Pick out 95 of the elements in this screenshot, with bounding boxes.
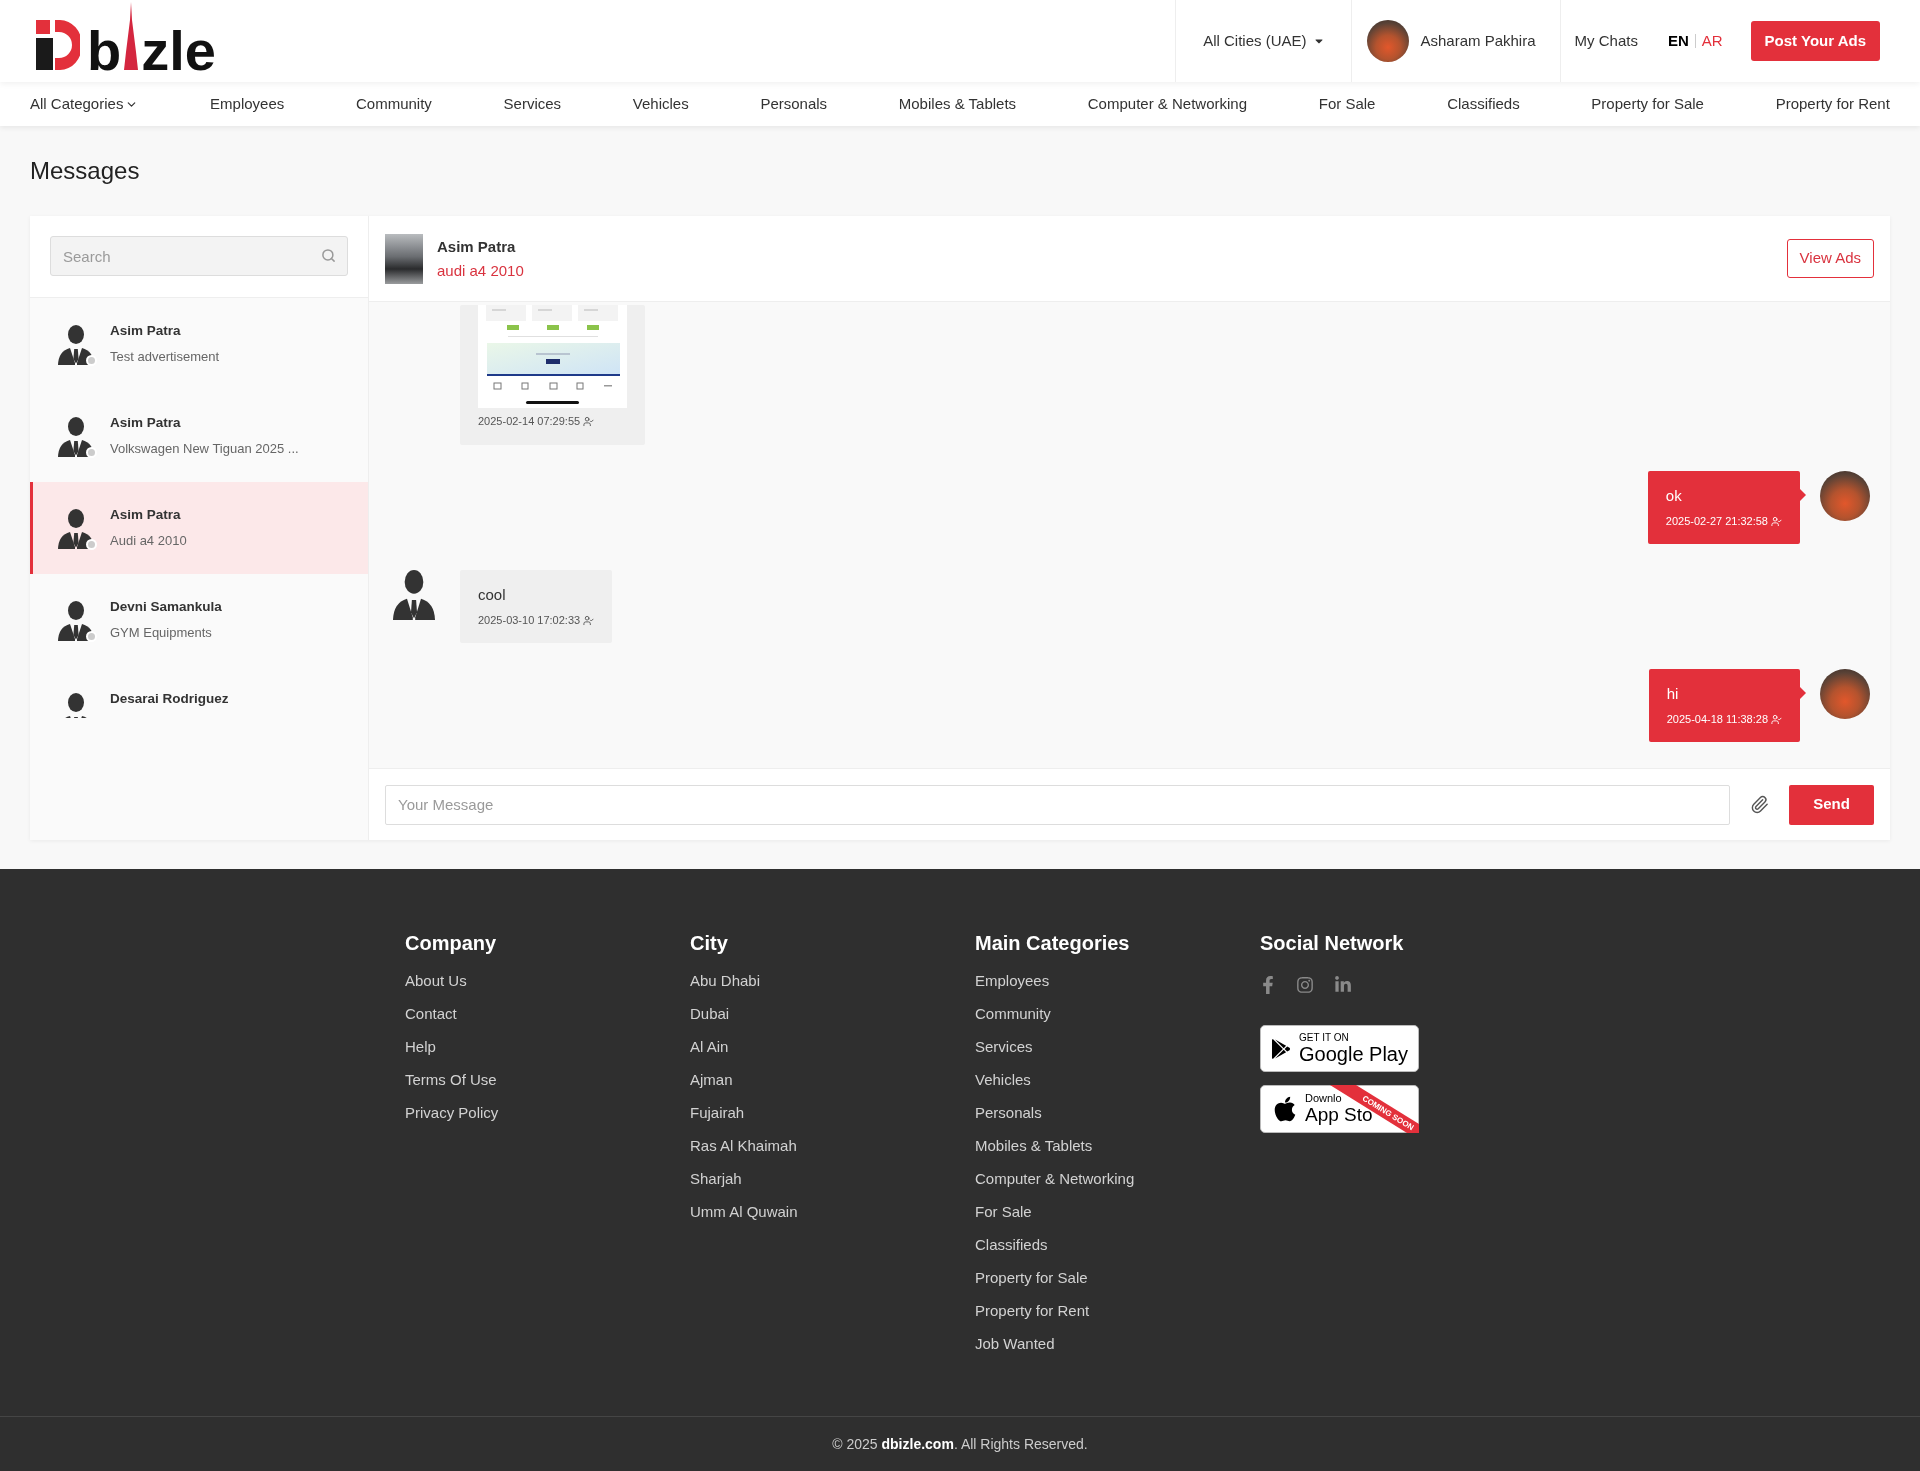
read-receipt-icon: [583, 614, 595, 626]
footer-link[interactable]: Al Ain: [690, 1037, 729, 1057]
ad-title: Test advertisement: [110, 348, 220, 365]
nav-link[interactable]: All Categories: [30, 92, 139, 116]
message-text: cool: [478, 585, 507, 605]
instagram-icon[interactable]: [1296, 976, 1314, 994]
profile-photo: [1367, 20, 1410, 62]
footer-link[interactable]: Services: [975, 1037, 1033, 1057]
contact-name: Asim Patra: [110, 322, 182, 339]
message-text: hi: [1666, 684, 1680, 704]
conversation-item[interactable]: Asim Patra Test advertisement: [30, 298, 368, 390]
footer-link[interactable]: Property for Rent: [975, 1301, 1090, 1321]
conversation-item[interactable]: Asim Patra Audi a4 2010: [30, 482, 368, 574]
contact-name: Devni Samankula: [110, 598, 222, 615]
post-ads-button[interactable]: Post Your Ads: [1750, 21, 1880, 61]
read-receipt-icon: [1771, 515, 1782, 527]
ad-title: Audi a4 2010: [110, 532, 187, 549]
nav-link[interactable]: Personals: [760, 92, 828, 116]
nav-link[interactable]: Property for Sale: [1591, 92, 1704, 116]
footer-link[interactable]: For Sale: [975, 1202, 1032, 1222]
linkedin-icon[interactable]: [1334, 976, 1352, 994]
nav-link[interactable]: Computer & Networking: [1087, 92, 1247, 116]
read-receipt-icon: [583, 415, 595, 427]
ad-title: GYM Equipments: [110, 624, 213, 641]
footer-heading: Social Network: [1260, 931, 1405, 955]
page-title: Messages: [30, 157, 141, 185]
nav-link[interactable]: Services: [503, 92, 562, 116]
car-photo-placeholder: [385, 233, 423, 284]
footer-link[interactable]: Community: [975, 1004, 1051, 1024]
view-ads-button[interactable]: View Ads: [1786, 239, 1874, 278]
footer-link[interactable]: About Us: [405, 971, 467, 991]
user-menu[interactable]: Asharam Pakhira: [1367, 20, 1536, 62]
footer-link[interactable]: Fujairah: [690, 1103, 745, 1123]
message-time: 2025-02-27 21:32:58: [1665, 514, 1768, 528]
ad-title: Volkswagen New Tiguan 2025 ...: [110, 440, 299, 457]
footer-link[interactable]: Sharjah: [690, 1169, 742, 1189]
footer-link[interactable]: Help: [405, 1037, 436, 1057]
footer-link[interactable]: Computer & Networking: [975, 1169, 1135, 1189]
nav-link[interactable]: Mobiles & Tablets: [898, 92, 1017, 116]
footer-link[interactable]: Contact: [405, 1004, 457, 1024]
footer-heading: Company: [405, 931, 498, 955]
user-silhouette-icon: [58, 325, 94, 365]
footer-link[interactable]: Property for Sale: [975, 1268, 1088, 1288]
google-play-badge[interactable]: GET IT ON Google Play: [1260, 1025, 1419, 1072]
copyright-text: © 2025 dbizle.com. All Rights Reserved.: [832, 1434, 1088, 1454]
footer-link[interactable]: Terms Of Use: [405, 1070, 497, 1090]
facebook-icon[interactable]: [1260, 976, 1276, 994]
contact-name: Asim Patra: [110, 414, 182, 431]
paperclip-icon[interactable]: [1750, 795, 1769, 814]
nav-link[interactable]: Community: [356, 92, 432, 116]
user-silhouette-icon: [58, 509, 94, 549]
message-text: ok: [1665, 486, 1683, 506]
footer-heading: City: [690, 931, 729, 955]
footer-link[interactable]: Job Wanted: [975, 1334, 1055, 1354]
nav-link[interactable]: Employees: [210, 92, 285, 116]
footer-link[interactable]: Dubai: [690, 1004, 730, 1024]
search-field[interactable]: Search: [50, 236, 348, 276]
language-link[interactable]: AR: [1701, 29, 1723, 53]
read-receipt-icon: [1771, 713, 1782, 725]
my-chats-link[interactable]: My Chats: [1574, 29, 1638, 53]
message-time: 2025-04-18 11:38:28: [1666, 712, 1768, 726]
city-dropdown[interactable]: All Cities (UAE): [1203, 29, 1325, 53]
footer-link[interactable]: Mobiles & Tablets: [975, 1136, 1093, 1156]
footer-link[interactable]: Personals: [975, 1103, 1042, 1123]
nav-link[interactable]: Vehicles: [632, 92, 689, 116]
message-input[interactable]: Your Message: [385, 784, 1730, 825]
logo[interactable]: b zle: [36, 2, 216, 79]
footer-link[interactable]: Ajman: [690, 1070, 733, 1090]
send-button[interactable]: Send: [1789, 784, 1874, 825]
footer-link[interactable]: Classifieds: [975, 1235, 1048, 1255]
contact-name: Asim Patra: [110, 506, 182, 523]
user-silhouette-icon: [58, 601, 94, 641]
apple-icon: [1273, 1095, 1297, 1123]
footer-link[interactable]: Umm Al Quwain: [690, 1202, 798, 1222]
footer-link[interactable]: Abu Dhabi: [690, 971, 761, 991]
footer-link[interactable]: Vehicles: [975, 1070, 1031, 1090]
message-time: 2025-02-14 07:29:55: [478, 414, 581, 428]
nav-link[interactable]: Classifieds: [1447, 92, 1520, 116]
nav-link[interactable]: Property for Rent: [1775, 92, 1890, 116]
message-time: 2025-03-10 17:02:33: [478, 613, 581, 627]
conversation-item[interactable]: Asim Patra Volkswagen New Tiguan 2025 ...: [30, 390, 368, 482]
logo-d-mark-icon: [36, 20, 80, 70]
user-silhouette-icon: [58, 417, 94, 457]
footer-heading: Main Categories: [975, 931, 1131, 955]
conversation-item[interactable]: Desarai Rodriguez: [30, 666, 368, 718]
conversation-item[interactable]: Devni Samankula GYM Equipments: [30, 574, 368, 666]
footer-link[interactable]: Privacy Policy: [405, 1103, 499, 1123]
nav-link[interactable]: For Sale: [1318, 92, 1376, 116]
search-icon: [321, 248, 336, 263]
footer-link[interactable]: Employees: [975, 971, 1050, 991]
language-link[interactable]: EN: [1667, 29, 1689, 53]
chat-contact-name: Asim Patra: [437, 236, 517, 257]
contact-name: Desarai Rodriguez: [110, 690, 229, 707]
chat-ad-title: audi a4 2010: [437, 260, 524, 281]
footer-link[interactable]: Ras Al Khaimah: [690, 1136, 797, 1156]
